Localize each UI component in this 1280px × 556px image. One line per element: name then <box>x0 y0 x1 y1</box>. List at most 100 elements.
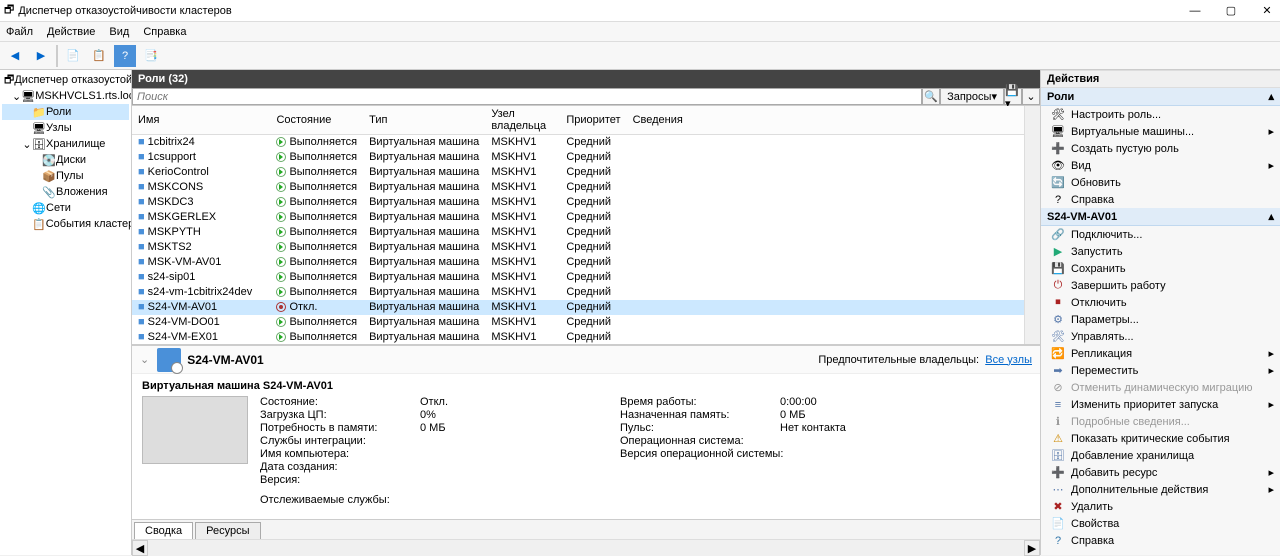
menu-file[interactable]: Файл <box>6 26 33 38</box>
actions-section-roles[interactable]: Роли▴ <box>1041 88 1280 106</box>
tree-nodes[interactable]: 🖥Узлы <box>2 120 129 136</box>
search-input[interactable] <box>132 88 922 105</box>
kv-pulse-v: Нет контакта <box>780 422 846 434</box>
table-row[interactable]: ■S24-VM-AV01Откл.Виртуальная машинаMSKHV… <box>132 300 1024 315</box>
nav-tree: 🗗Диспетчер отказоустойчивос ⌄🖥MSKHVCLS1.… <box>0 70 132 555</box>
action-item[interactable]: 👁Вид▸ <box>1041 157 1280 174</box>
action-item[interactable]: ⚙Параметры... <box>1041 311 1280 328</box>
tree-pools[interactable]: 📦Пулы <box>2 168 129 184</box>
detail-subtitle: Виртуальная машина S24-VM-AV01 <box>142 380 1030 392</box>
action-item[interactable]: 🗄Добавление хранилища <box>1041 447 1280 464</box>
toolbar-help[interactable]: ? <box>114 45 136 67</box>
vm-icon: ■ <box>138 271 145 283</box>
menu-action[interactable]: Действие <box>47 26 95 38</box>
col-info[interactable]: Сведения <box>627 106 1024 135</box>
tree-nets[interactable]: 🌐Сети <box>2 200 129 216</box>
queries-button[interactable]: Запросы ▾ <box>940 88 1004 105</box>
table-row[interactable]: ■1csupportВыполняетсяВиртуальная машинаM… <box>132 150 1024 165</box>
tree-encl[interactable]: 📎Вложения <box>2 184 129 200</box>
status-icon <box>276 302 286 312</box>
action-icon: ⚙ <box>1051 313 1065 326</box>
toolbar-btn1[interactable]: 📄 <box>62 45 84 67</box>
vscrollbar[interactable] <box>1024 106 1040 344</box>
action-item[interactable]: 🛠Управлять... <box>1041 328 1280 345</box>
tree-events[interactable]: 📋События кластера <box>2 216 129 232</box>
table-row[interactable]: ■MSKCONSВыполняетсяВиртуальная машинаMSK… <box>132 180 1024 195</box>
action-item[interactable]: 🛠Настроить роль... <box>1041 106 1280 123</box>
table-row[interactable]: ■MSKTS2ВыполняетсяВиртуальная машинаMSKH… <box>132 240 1024 255</box>
col-owner[interactable]: Узел владельца <box>485 106 560 135</box>
table-row[interactable]: ■s24-vm-1cbitrix24devВыполняетсяВиртуаль… <box>132 285 1024 300</box>
action-item[interactable]: 🖥Виртуальные машины...▸ <box>1041 123 1280 140</box>
action-item[interactable]: ⚠Показать критические события <box>1041 430 1280 447</box>
action-item[interactable]: 🔁Репликация▸ <box>1041 345 1280 362</box>
tree-disks[interactable]: 💽Диски <box>2 152 129 168</box>
tree-storage[interactable]: ⌄🗄Хранилище <box>2 136 129 152</box>
col-name[interactable]: Имя <box>132 106 270 135</box>
toolbar-btn2[interactable]: 📋 <box>88 45 110 67</box>
kv-cpu-v: 0% <box>420 409 436 421</box>
tree-cluster[interactable]: ⌄🖥MSKHVCLS1.rts.local <box>2 88 129 104</box>
table-row[interactable]: ■s24-sip01ВыполняетсяВиртуальная машинаM… <box>132 270 1024 285</box>
close-button[interactable]: ✕ <box>1258 3 1276 19</box>
kv-cpu-k: Загрузка ЦП: <box>260 409 420 421</box>
tree-root[interactable]: 🗗Диспетчер отказоустойчивос <box>2 72 129 88</box>
action-item[interactable]: ?Справка <box>1041 532 1280 549</box>
action-icon: 🛠 <box>1051 330 1065 343</box>
action-item[interactable]: ?Справка <box>1041 191 1280 208</box>
search-clear-button[interactable]: 🔍 <box>922 88 940 105</box>
roles-grid[interactable]: Имя Состояние Тип Узел владельца Приорит… <box>132 106 1024 344</box>
vm-icon: ■ <box>138 241 145 253</box>
col-state[interactable]: Состояние <box>270 106 363 135</box>
table-row[interactable]: ■MSKDC3ВыполняетсяВиртуальная машинаMSKH… <box>132 195 1024 210</box>
table-row[interactable]: ■KerioControlВыполняетсяВиртуальная маши… <box>132 165 1024 180</box>
table-row[interactable]: ■MSK-VM-AV01ВыполняетсяВиртуальная машин… <box>132 255 1024 270</box>
maximize-button[interactable]: ▢ <box>1222 3 1240 19</box>
kv-up-k: Время работы: <box>620 396 780 408</box>
col-type[interactable]: Тип <box>363 106 485 135</box>
tab-summary[interactable]: Сводка <box>134 522 193 539</box>
menu-help[interactable]: Справка <box>143 26 186 38</box>
hscrollbar[interactable]: ◀▶ <box>132 539 1040 555</box>
status-icon <box>276 257 286 267</box>
actions-section-vm[interactable]: S24-VM-AV01▴ <box>1041 208 1280 226</box>
action-item[interactable]: ⋯Дополнительные действия▸ <box>1041 481 1280 498</box>
kv-int-k: Службы интеграции: <box>260 435 420 447</box>
action-item[interactable]: 🔄Обновить <box>1041 174 1280 191</box>
action-item[interactable]: 📄Свойства <box>1041 515 1280 532</box>
action-item[interactable]: ≡Изменить приоритет запуска▸ <box>1041 396 1280 413</box>
vm-icon: ■ <box>138 331 145 343</box>
vm-icon <box>157 348 181 372</box>
table-row[interactable]: ■S24-VM-DO01ВыполняетсяВиртуальная машин… <box>132 315 1024 330</box>
menu-view[interactable]: Вид <box>109 26 129 38</box>
pref-owners-link[interactable]: Все узлы <box>985 354 1032 366</box>
kv-amem-v: 0 МБ <box>780 409 806 421</box>
toolbar-btn3[interactable]: 📑 <box>140 45 162 67</box>
action-item[interactable]: ⏹Отключить <box>1041 294 1280 311</box>
expand-button[interactable]: ⌄ <box>1022 88 1040 105</box>
col-prio[interactable]: Приоритет <box>560 106 626 135</box>
action-icon: ➕ <box>1051 466 1065 479</box>
table-row[interactable]: ■S24-VM-EX01ВыполняетсяВиртуальная машин… <box>132 330 1024 345</box>
action-item[interactable]: ⏻Завершить работу <box>1041 277 1280 294</box>
nav-back-button[interactable]: ◀ <box>4 45 26 67</box>
action-icon: ⏹ <box>1051 296 1065 309</box>
action-item[interactable]: 💾Сохранить <box>1041 260 1280 277</box>
status-icon <box>276 212 286 222</box>
collapse-icon[interactable]: ⌄ <box>140 353 149 366</box>
table-row[interactable]: ■MSKGERLEXВыполняетсяВиртуальная машинаM… <box>132 210 1024 225</box>
table-row[interactable]: ■1cbitrix24ВыполняетсяВиртуальная машина… <box>132 135 1024 150</box>
save-query-button[interactable]: 💾▾ <box>1004 88 1022 105</box>
action-item[interactable]: ➕Создать пустую роль <box>1041 140 1280 157</box>
action-item[interactable]: ✖Удалить <box>1041 498 1280 515</box>
action-item[interactable]: 🔗Подключить... <box>1041 226 1280 243</box>
nav-forward-button[interactable]: ▶ <box>30 45 52 67</box>
action-item[interactable]: ▶Запустить <box>1041 243 1280 260</box>
action-item[interactable]: ➡Переместить▸ <box>1041 362 1280 379</box>
minimize-button[interactable]: — <box>1186 3 1204 19</box>
action-item[interactable]: ➕Добавить ресурс▸ <box>1041 464 1280 481</box>
actions-pane: Действия Роли▴ 🛠Настроить роль...🖥Виртуа… <box>1040 70 1280 555</box>
tab-resources[interactable]: Ресурсы <box>195 522 260 539</box>
table-row[interactable]: ■MSKPYTHВыполняетсяВиртуальная машинаMSK… <box>132 225 1024 240</box>
tree-roles[interactable]: 📁Роли <box>2 104 129 120</box>
